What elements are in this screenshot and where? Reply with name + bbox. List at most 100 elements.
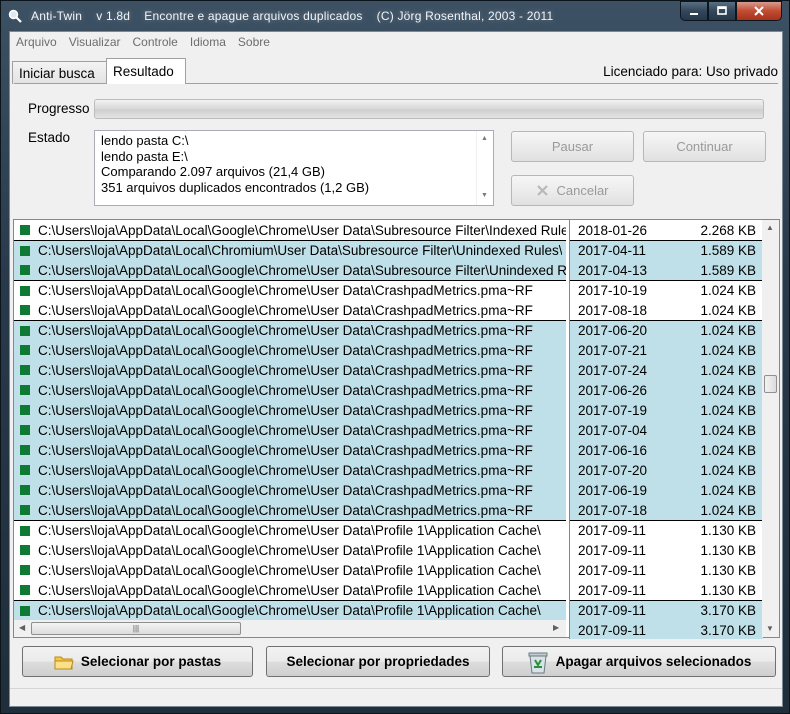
file-checkbox[interactable] bbox=[20, 485, 30, 495]
status-log[interactable]: lendo pasta C:\ lendo pasta E:\ Comparan… bbox=[94, 130, 494, 206]
file-meta-row[interactable]: 2017-08-18 1.024 KB bbox=[570, 300, 763, 320]
tab-resultado[interactable]: Resultado bbox=[106, 58, 186, 84]
file-meta-row[interactable]: 2017-04-13 1.589 KB bbox=[570, 260, 763, 280]
file-row[interactable]: C:\Users\loja\AppData\Local\Google\Chrom… bbox=[14, 440, 566, 460]
file-meta-row[interactable]: 2017-07-20 1.024 KB bbox=[570, 460, 763, 480]
file-checkbox[interactable] bbox=[20, 525, 30, 536]
file-meta-row[interactable]: 2017-09-11 3.170 KB bbox=[570, 620, 763, 639]
file-path: C:\Users\loja\AppData\Local\Google\Chrom… bbox=[38, 603, 541, 618]
tab-iniciar-busca[interactable]: Iniciar busca bbox=[12, 61, 107, 84]
file-meta-row[interactable]: 2017-07-04 1.024 KB bbox=[570, 420, 763, 440]
file-checkbox[interactable] bbox=[20, 465, 30, 475]
file-row[interactable]: C:\Users\loja\AppData\Local\Google\Chrom… bbox=[14, 280, 566, 300]
select-by-folders-button[interactable]: Selecionar por pastas bbox=[22, 646, 253, 677]
file-checkbox[interactable] bbox=[20, 345, 30, 355]
scroll-down-arrow-icon[interactable]: ▼ bbox=[481, 192, 488, 199]
file-row[interactable]: C:\Users\loja\AppData\Local\Google\Chrom… bbox=[14, 600, 566, 620]
file-checkbox[interactable] bbox=[20, 365, 30, 375]
scroll-up-arrow-icon[interactable]: ▲ bbox=[481, 135, 488, 142]
file-meta-row[interactable]: 2017-09-11 1.130 KB bbox=[570, 520, 763, 540]
file-meta-row[interactable]: 2017-09-11 1.130 KB bbox=[570, 540, 763, 560]
file-date: 2017-06-16 bbox=[578, 442, 648, 458]
file-row[interactable]: C:\Users\loja\AppData\Local\Google\Chrom… bbox=[14, 320, 566, 340]
file-path: C:\Users\loja\AppData\Local\Google\Chrom… bbox=[38, 323, 533, 338]
menu-controle[interactable]: Controle bbox=[133, 35, 178, 49]
file-checkbox[interactable] bbox=[20, 325, 30, 336]
file-checkbox[interactable] bbox=[20, 445, 30, 455]
title-bar[interactable]: Anti-Twin v 1.8d Encontre e apague arqui… bbox=[1, 1, 789, 31]
file-meta-row[interactable]: 2018-01-26 2.268 KB bbox=[570, 220, 763, 240]
file-row[interactable]: C:\Users\loja\AppData\Local\Google\Chrom… bbox=[14, 500, 566, 520]
file-meta-row[interactable]: 2017-06-19 1.024 KB bbox=[570, 480, 763, 500]
file-row[interactable]: C:\Users\loja\AppData\Local\Google\Chrom… bbox=[14, 560, 566, 580]
file-row[interactable]: C:\Users\loja\AppData\Local\Google\Chrom… bbox=[14, 460, 566, 480]
file-row[interactable]: C:\Users\loja\AppData\Local\Google\Chrom… bbox=[14, 360, 566, 380]
scroll-left-arrow-icon[interactable]: ◀ bbox=[19, 623, 25, 632]
file-checkbox[interactable] bbox=[20, 545, 30, 555]
file-meta-row[interactable]: 2017-09-11 1.130 KB bbox=[570, 580, 763, 600]
file-row[interactable]: C:\Users\loja\AppData\Local\Google\Chrom… bbox=[14, 220, 566, 240]
file-checkbox[interactable] bbox=[20, 405, 30, 415]
file-row[interactable]: C:\Users\loja\AppData\Local\Google\Chrom… bbox=[14, 540, 566, 560]
file-row[interactable]: C:\Users\loja\AppData\Local\Google\Chrom… bbox=[14, 480, 566, 500]
file-row[interactable]: C:\Users\loja\AppData\Local\Google\Chrom… bbox=[14, 420, 566, 440]
file-meta-row[interactable]: 2017-06-26 1.024 KB bbox=[570, 380, 763, 400]
file-date: 2017-06-19 bbox=[578, 482, 648, 498]
file-checkbox[interactable] bbox=[20, 605, 30, 616]
file-meta-row[interactable]: 2017-04-11 1.589 KB bbox=[570, 240, 763, 260]
file-checkbox[interactable] bbox=[20, 505, 30, 515]
delete-selected-button[interactable]: Apagar arquivos selecionados bbox=[502, 646, 776, 677]
file-checkbox[interactable] bbox=[20, 585, 30, 595]
menu-arquivo[interactable]: Arquivo bbox=[16, 35, 57, 49]
file-meta-row[interactable]: 2017-09-11 1.130 KB bbox=[570, 560, 763, 580]
scroll-up-arrow-icon[interactable]: ▲ bbox=[766, 223, 774, 232]
file-path: C:\Users\loja\AppData\Local\Google\Chrom… bbox=[38, 462, 533, 478]
scroll-down-arrow-icon[interactable]: ▼ bbox=[766, 624, 774, 633]
file-row[interactable]: C:\Users\loja\AppData\Local\Google\Chrom… bbox=[14, 340, 566, 360]
vertical-scroll-thumb[interactable] bbox=[764, 375, 777, 393]
continue-button[interactable]: Continuar bbox=[643, 131, 766, 162]
vertical-scrollbar[interactable]: ▲ ▼ bbox=[762, 220, 779, 637]
file-checkbox[interactable] bbox=[20, 565, 30, 575]
file-checkbox[interactable] bbox=[20, 385, 30, 395]
close-button[interactable] bbox=[736, 1, 782, 21]
file-meta-row[interactable]: 2017-07-18 1.024 KB bbox=[570, 500, 763, 520]
file-meta-row[interactable]: 2017-09-11 3.170 KB bbox=[570, 600, 763, 620]
file-meta-row[interactable]: 2017-07-21 1.024 KB bbox=[570, 340, 763, 360]
menu-sobre[interactable]: Sobre bbox=[238, 35, 270, 49]
select-by-properties-button[interactable]: Selecionar por propriedades bbox=[266, 646, 490, 677]
file-checkbox[interactable] bbox=[20, 425, 30, 435]
maximize-button[interactable] bbox=[708, 1, 736, 21]
file-path: C:\Users\loja\AppData\Local\Google\Chrom… bbox=[38, 502, 533, 518]
file-row[interactable]: C:\Users\loja\AppData\Local\Google\Chrom… bbox=[14, 400, 566, 420]
file-checkbox[interactable] bbox=[20, 285, 30, 296]
file-meta-row[interactable]: 2017-06-20 1.024 KB bbox=[570, 320, 763, 340]
horizontal-scrollbar[interactable]: ◀ ||| ▶ bbox=[14, 620, 566, 637]
cancel-button[interactable]: Cancelar bbox=[511, 175, 634, 206]
file-date: 2017-04-13 bbox=[578, 262, 648, 278]
file-meta-row[interactable]: 2017-07-19 1.024 KB bbox=[570, 400, 763, 420]
file-row[interactable]: C:\Users\loja\AppData\Local\Google\Chrom… bbox=[14, 580, 566, 600]
file-checkbox[interactable] bbox=[20, 305, 30, 315]
file-checkbox[interactable] bbox=[20, 265, 30, 275]
file-meta-row[interactable]: 2017-06-16 1.024 KB bbox=[570, 440, 763, 460]
file-row[interactable]: C:\Users\loja\AppData\Local\Chromium\Use… bbox=[14, 240, 566, 260]
pause-button[interactable]: Pausar bbox=[511, 131, 634, 162]
file-size: 1.024 KB bbox=[700, 323, 756, 338]
menu-idioma[interactable]: Idioma bbox=[190, 35, 226, 49]
file-row[interactable]: C:\Users\loja\AppData\Local\Google\Chrom… bbox=[14, 380, 566, 400]
file-checkbox[interactable] bbox=[20, 245, 30, 256]
minimize-button[interactable] bbox=[680, 1, 708, 21]
status-scrollbar[interactable]: ▲ ▼ bbox=[476, 131, 493, 205]
menu-visualizar[interactable]: Visualizar bbox=[69, 35, 121, 49]
file-size: 1.024 KB bbox=[700, 442, 756, 458]
scroll-right-arrow-icon[interactable]: ▶ bbox=[553, 623, 559, 632]
file-meta-row[interactable]: 2017-07-24 1.024 KB bbox=[570, 360, 763, 380]
file-meta-row[interactable]: 2017-10-19 1.024 KB bbox=[570, 280, 763, 300]
file-checkbox[interactable] bbox=[20, 225, 30, 235]
horizontal-scroll-thumb[interactable]: ||| bbox=[31, 622, 241, 635]
file-row[interactable]: C:\Users\loja\AppData\Local\Google\Chrom… bbox=[14, 520, 566, 540]
file-row[interactable]: C:\Users\loja\AppData\Local\Google\Chrom… bbox=[14, 260, 566, 280]
progress-bar bbox=[94, 99, 764, 119]
file-row[interactable]: C:\Users\loja\AppData\Local\Google\Chrom… bbox=[14, 300, 566, 320]
